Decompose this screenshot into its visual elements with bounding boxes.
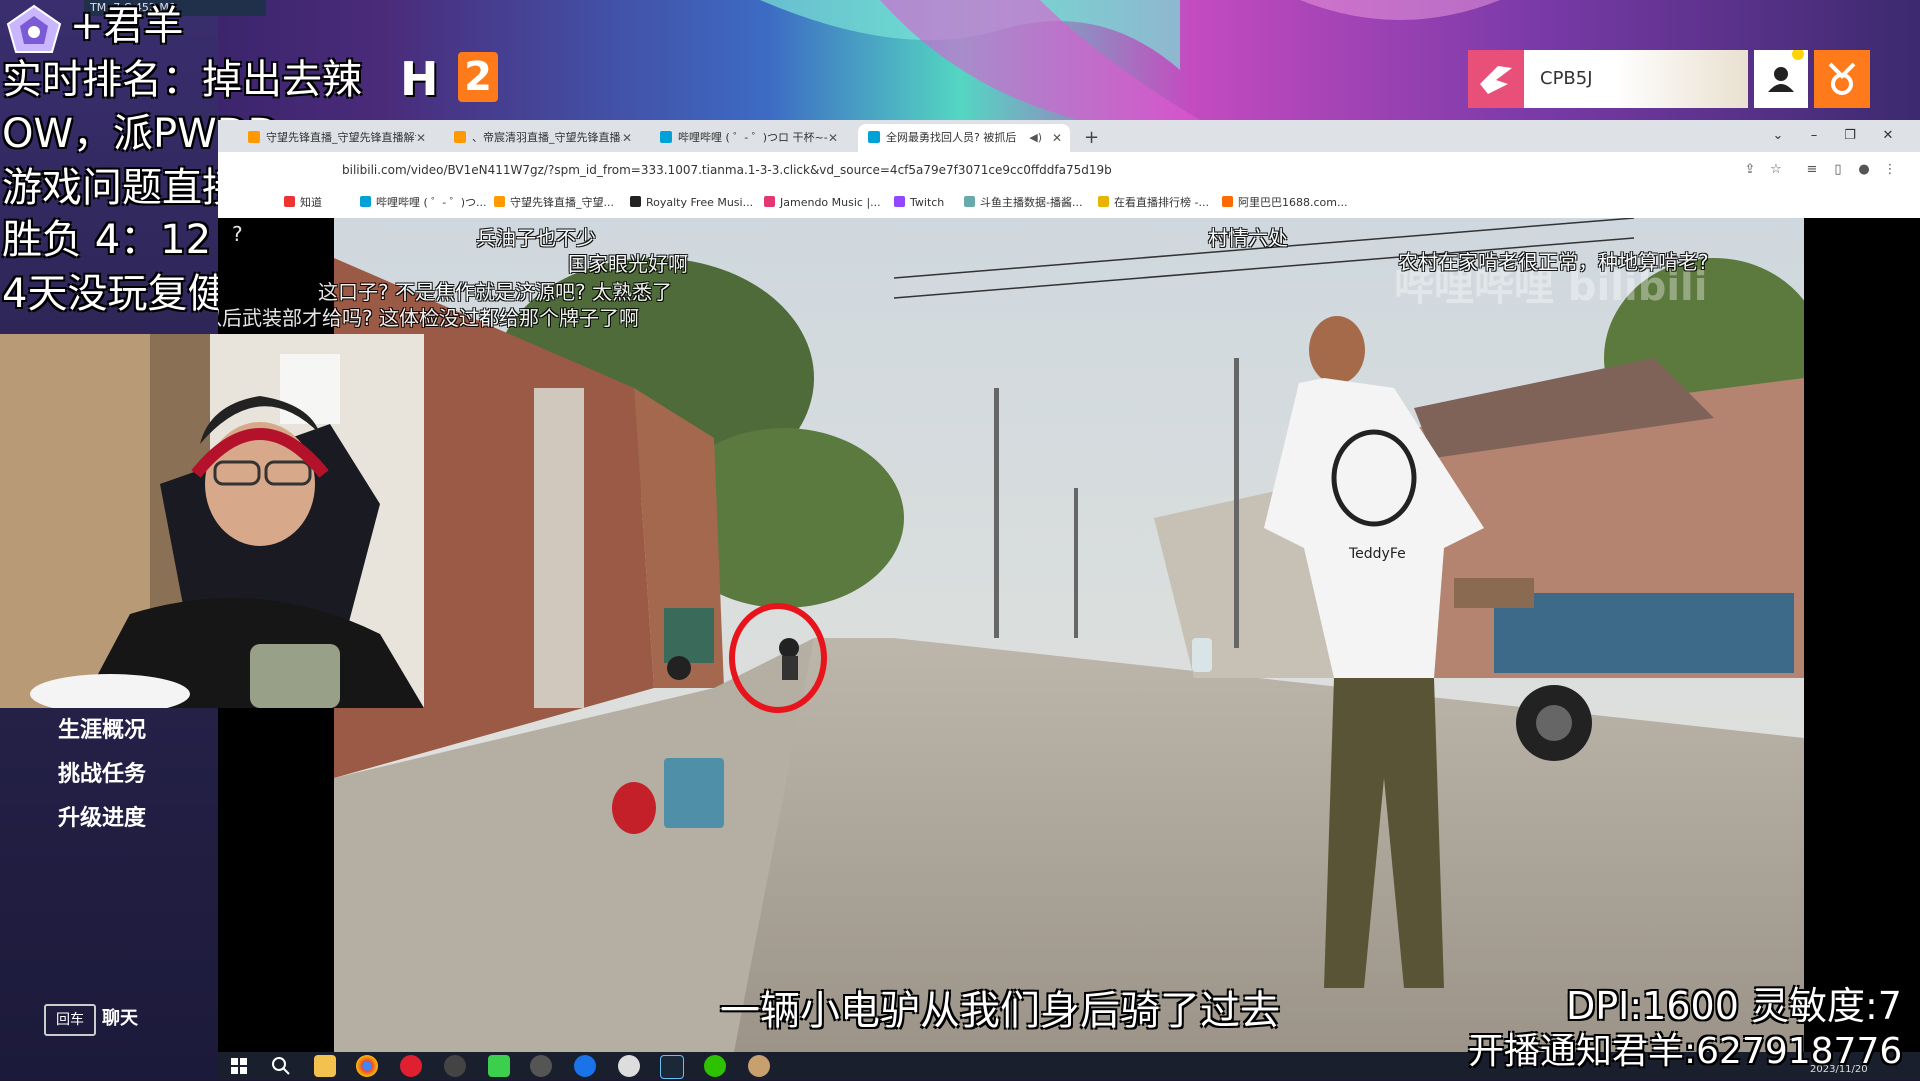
bookmark-favicon-icon <box>494 196 505 207</box>
close-icon[interactable]: ✕ <box>416 124 426 152</box>
menu-progression[interactable]: 升级进度 <box>58 800 146 832</box>
tab-dichen-live[interactable]: 、帝宸清羽直播_守望先锋直播... ✕ <box>444 124 640 152</box>
bookmark-favicon-icon <box>964 196 975 207</box>
chat-button[interactable]: 聊天 <box>102 1004 138 1034</box>
menu-icon[interactable]: ⋮ <box>1880 160 1900 180</box>
tab-bar: 守望先锋直播_守望先锋直播解说 ✕ 、帝宸清羽直播_守望先锋直播... ✕ 哔哩哔哩… <box>218 120 1920 152</box>
overwatch-icon[interactable] <box>618 1055 640 1077</box>
danmu-comment: 这口子? 不是焦作就是济源吧? 太熟悉了 <box>318 280 672 304</box>
menu-challenges[interactable]: 挑战任务 <box>58 756 146 788</box>
tab-current-video[interactable]: 全网最勇找回人员? 被抓后 ◀) ✕ <box>858 124 1070 152</box>
share-code: CPB5J <box>1540 68 1593 89</box>
side-panel-icon[interactable]: ▯ <box>1828 160 1848 180</box>
close-icon[interactable]: ✕ <box>1052 124 1062 152</box>
group-icon[interactable] <box>1754 48 1808 108</box>
overlay-line-rank: 实时排名：掉出去辣 <box>2 57 362 103</box>
netease-music-icon[interactable] <box>400 1055 422 1077</box>
tab-favicon-icon <box>248 131 260 143</box>
obs-icon[interactable] <box>444 1055 466 1077</box>
overlay-notify: 开播通知君羊:627918776 <box>1468 1031 1903 1072</box>
tab-favicon-icon <box>868 131 880 143</box>
danmu-comment: 村情六处 <box>1208 226 1288 250</box>
bookmark-item[interactable]: Royalty Free Musi... <box>630 188 753 218</box>
rank-emblem-icon <box>4 4 64 56</box>
tab-overwatch-live[interactable]: 守望先锋直播_守望先锋直播解说 ✕ <box>238 124 434 152</box>
restore-icon[interactable]: ❐ <box>1832 120 1868 152</box>
code-box[interactable]: CPB5J <box>1524 50 1748 108</box>
video-subtitle: 一辆小电驴从我们身后骑了过去 <box>720 988 1280 1034</box>
bookmark-favicon-icon <box>894 196 905 207</box>
webcam-illustration <box>0 334 424 708</box>
bookmark-item[interactable]: 阿里巴巴1688.com... <box>1222 188 1347 218</box>
bookmark-favicon-icon <box>284 196 295 207</box>
video-player[interactable]: TeddyFe 哔哩哔哩 bilibili 兵油子也不少 国家眼光好啊 这口子?… <box>218 218 1920 1052</box>
bookmark-star-icon[interactable]: ☆ <box>1766 160 1786 180</box>
file-explorer-icon[interactable] <box>314 1055 336 1077</box>
video-frame: TeddyFe 哔哩哔哩 bilibili <box>334 218 1804 1052</box>
brand-badge-icon <box>1468 50 1524 108</box>
danmu-comment: 国家眼光好啊 <box>568 252 688 276</box>
game-logo-number: 2 <box>458 52 498 102</box>
bookmark-favicon-icon <box>1098 196 1109 207</box>
app-avatar-icon[interactable] <box>748 1055 770 1077</box>
danmu-comment: 兵油子也不少 <box>476 226 596 250</box>
enter-key-hint: 回车 <box>44 1004 96 1036</box>
close-window-icon[interactable]: ✕ <box>1870 120 1906 152</box>
bookmark-item[interactable]: 守望先锋直播_守望... <box>494 188 614 218</box>
game-logo-fragment: H <box>400 52 439 106</box>
top-right-widget: CPB5J <box>1468 48 1870 108</box>
menu-career-overview[interactable]: 生涯概况 <box>58 712 146 744</box>
search-icon[interactable] <box>270 1055 292 1077</box>
url-field[interactable]: bilibili.com/video/BV1eN411W7gz/?spm_id_… <box>342 159 1112 181</box>
danmu-comment: 农村在家啃老很正常，种地算啃老? <box>1398 250 1709 274</box>
danmu-comment: 以后武装部才给吗? 这体检没过都给那个牌子了啊 <box>218 306 639 330</box>
tab-favicon-icon <box>660 131 672 143</box>
overlay-line-record: 胜负 4：12 <box>2 217 212 263</box>
bookmark-item[interactable]: Twitch <box>894 188 944 218</box>
audio-playing-icon[interactable]: ◀) <box>1029 124 1042 152</box>
bookmark-favicon-icon <box>630 196 641 207</box>
bookmark-favicon-icon <box>764 196 775 207</box>
address-bar: bilibili.com/video/BV1eN411W7gz/?spm_id_… <box>218 152 1920 189</box>
overlay-dpi-sensitivity: DPI:1600 灵敏度:7 <box>1566 984 1902 1028</box>
tab-favicon-icon <box>454 131 466 143</box>
video-scene-illustration: TeddyFe <box>334 218 1804 1052</box>
share-icon[interactable]: ⇪ <box>1740 160 1760 180</box>
wechat-icon[interactable] <box>704 1055 726 1077</box>
bookmark-favicon-icon <box>360 196 371 207</box>
orange-app-icon[interactable] <box>1814 50 1870 108</box>
bookmark-item[interactable]: 知道 <box>284 188 322 218</box>
bookmark-item[interactable]: Jamendo Music |... <box>764 188 881 218</box>
tab-bilibili-home[interactable]: 哔哩哔哩 ( ゜- ゜)つロ 干杯~-bili ✕ <box>650 124 846 152</box>
windows-start-icon[interactable] <box>228 1055 250 1077</box>
close-icon[interactable]: ✕ <box>622 124 632 152</box>
edge-icon[interactable] <box>574 1055 596 1077</box>
bookmark-item[interactable]: 哔哩哔哩 ( ゜- ゜)つ... <box>360 188 487 218</box>
browser-window: 守望先锋直播_守望先锋直播解说 ✕ 、帝宸清羽直播_守望先锋直播... ✕ 哔哩哔哩… <box>218 120 1920 1052</box>
streamer-name: +君羊 <box>70 3 184 49</box>
minimize-icon[interactable]: – <box>1796 120 1832 152</box>
bookmark-favicon-icon <box>1222 196 1233 207</box>
chrome-icon[interactable] <box>356 1055 378 1077</box>
bookmarks-bar: 知道 哔哩哔哩 ( ゜- ゜)つ... 守望先锋直播_守望... Royalty… <box>218 188 1920 219</box>
new-tab-button[interactable]: + <box>1084 124 1099 152</box>
app-green-icon[interactable] <box>488 1055 510 1077</box>
tab-search-icon[interactable]: ⌄ <box>1760 120 1796 152</box>
bookmark-item[interactable]: 在看直播排行榜 -... <box>1098 188 1209 218</box>
profile-icon[interactable]: ● <box>1854 160 1874 180</box>
steam-icon[interactable] <box>660 1055 684 1079</box>
danmu-comment: ? <box>232 222 243 246</box>
reading-list-icon[interactable]: ≡ <box>1802 160 1822 180</box>
close-icon[interactable]: ✕ <box>828 124 838 152</box>
streamer-webcam <box>0 334 424 708</box>
shirt-print-text: TeddyFe <box>1348 546 1406 562</box>
app-circle-icon[interactable] <box>530 1055 552 1077</box>
bookmark-item[interactable]: 斗鱼主播数据-播酱... <box>964 188 1082 218</box>
